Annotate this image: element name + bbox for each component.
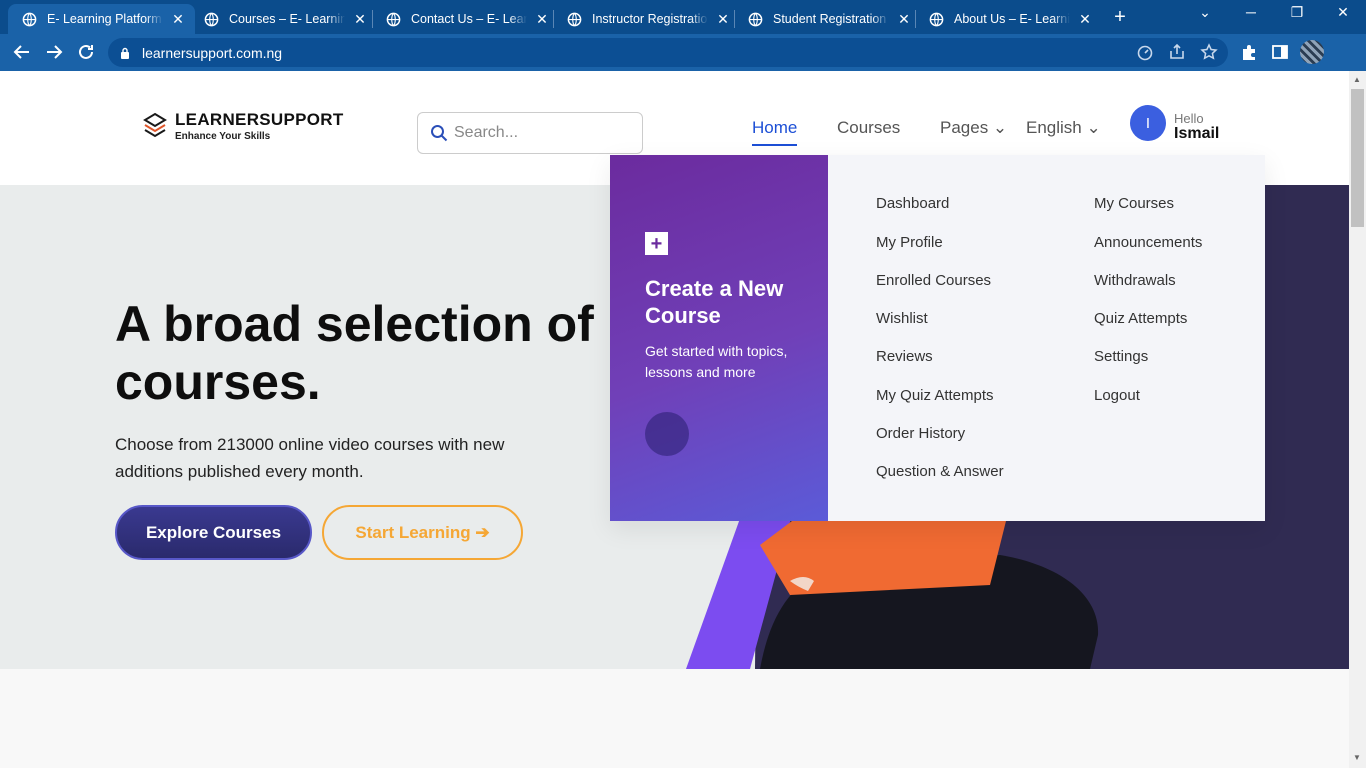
side-panel-icon[interactable] xyxy=(1271,43,1289,61)
browser-tab[interactable]: Courses – E- Learning ✕ xyxy=(190,4,377,34)
hero-headline: A broad selection of courses. xyxy=(115,296,594,410)
new-tab-button[interactable]: + xyxy=(1110,6,1130,29)
menu-item-dashboard[interactable]: Dashboard xyxy=(876,195,949,212)
menu-item-withdrawals[interactable]: Withdrawals xyxy=(1094,272,1176,289)
page-scrollbar[interactable]: ▲ ▼ xyxy=(1349,71,1366,768)
profile-avatar[interactable] xyxy=(1300,40,1324,64)
menu-item-logout[interactable]: Logout xyxy=(1094,387,1140,404)
scroll-up-icon[interactable]: ▲ xyxy=(1353,75,1361,84)
menu-item-quiz-attempts[interactable]: Quiz Attempts xyxy=(1094,310,1187,327)
back-arrow-icon[interactable] xyxy=(12,42,32,62)
language-selector[interactable]: English ⌄ xyxy=(1026,118,1101,138)
user-dropdown-menu: + Create a New Course Get started with t… xyxy=(610,155,1265,521)
browser-tab-strip: E- Learning Platform – ✕ Courses – E- Le… xyxy=(0,0,1366,34)
browser-tab[interactable]: Contact Us – E- Learni ✕ xyxy=(372,4,559,34)
nav-courses[interactable]: Courses xyxy=(837,118,900,138)
close-icon[interactable]: ✕ xyxy=(171,11,185,28)
create-course-panel[interactable]: + Create a New Course Get started with t… xyxy=(610,155,828,521)
brand-name: LEARNERSUPPORT xyxy=(175,110,344,129)
decorative-circle xyxy=(645,412,689,456)
globe-icon xyxy=(204,12,219,26)
restore-icon[interactable]: ❐ xyxy=(1284,4,1310,21)
close-icon[interactable]: ✕ xyxy=(897,11,911,28)
browser-tab[interactable]: Instructor Registration ✕ xyxy=(553,4,740,34)
bookmark-star-icon[interactable] xyxy=(1200,43,1218,61)
globe-icon xyxy=(22,12,37,26)
tab-title: About Us – E- Learning xyxy=(954,12,1070,26)
start-learning-button[interactable]: Start Learning ➔ xyxy=(322,505,523,560)
globe-icon xyxy=(386,12,401,26)
tab-title: E- Learning Platform – xyxy=(47,12,163,26)
tab-title: Contact Us – E- Learni xyxy=(411,12,527,26)
logo-icon xyxy=(143,112,167,138)
url-text: learnersupport.com.ng xyxy=(142,44,283,61)
tab-title: Student Registration – xyxy=(773,12,889,26)
menu-item-reviews[interactable]: Reviews xyxy=(876,348,933,365)
globe-icon xyxy=(929,12,944,26)
performance-icon[interactable] xyxy=(1136,43,1154,61)
menu-item-settings[interactable]: Settings xyxy=(1094,348,1148,365)
site-logo[interactable]: LEARNERSUPPORT Enhance Your Skills xyxy=(143,110,344,142)
menu-item-my-quiz-attempts[interactable]: My Quiz Attempts xyxy=(876,387,994,404)
close-icon[interactable]: ✕ xyxy=(1078,11,1092,28)
close-icon[interactable]: ✕ xyxy=(353,11,367,28)
close-icon[interactable]: ✕ xyxy=(716,11,730,28)
dropdown-links: Dashboard My Profile Enrolled Courses Wi… xyxy=(828,155,1265,521)
search-box[interactable] xyxy=(417,112,643,154)
menu-item-my-courses[interactable]: My Courses xyxy=(1094,195,1174,212)
hero-description: Choose from 213000 online video courses … xyxy=(115,435,505,481)
menu-item-enrolled-courses[interactable]: Enrolled Courses xyxy=(876,272,991,289)
create-course-title[interactable]: Create a New Course xyxy=(645,275,815,329)
brand-tagline: Enhance Your Skills xyxy=(175,131,271,142)
scrollbar-thumb[interactable] xyxy=(1351,89,1364,227)
search-input[interactable] xyxy=(454,124,634,142)
create-course-subtitle: Get started with topics, lessons and mor… xyxy=(645,343,788,380)
browser-tab-active[interactable]: E- Learning Platform – ✕ xyxy=(8,4,195,34)
tab-search-chevron-icon[interactable]: ⌄ xyxy=(1192,4,1218,21)
browser-toolbar: learnersupport.com.ng xyxy=(0,34,1366,71)
window-close-icon[interactable]: ✕ xyxy=(1330,4,1356,21)
nav-pages-dropdown[interactable]: Pages ⌄ xyxy=(940,118,1007,138)
user-avatar[interactable]: I xyxy=(1130,105,1166,141)
extensions-icon[interactable] xyxy=(1240,43,1258,61)
forward-arrow-icon[interactable] xyxy=(44,42,64,62)
menu-item-question-answer[interactable]: Question & Answer xyxy=(876,463,1004,480)
user-greeting: Hello xyxy=(1174,111,1204,126)
menu-item-announcements[interactable]: Announcements xyxy=(1094,234,1202,251)
user-name[interactable]: Ismail xyxy=(1174,125,1219,143)
browser-tab[interactable]: Student Registration – ✕ xyxy=(734,4,921,34)
tab-title: Courses – E- Learning xyxy=(229,12,345,26)
nav-home[interactable]: Home xyxy=(752,118,798,146)
plus-icon: + xyxy=(645,232,668,255)
menu-item-my-profile[interactable]: My Profile xyxy=(876,234,943,251)
tab-title: Instructor Registration xyxy=(592,12,708,26)
scroll-down-icon[interactable]: ▼ xyxy=(1353,753,1361,762)
share-icon[interactable] xyxy=(1168,43,1186,61)
menu-item-wishlist[interactable]: Wishlist xyxy=(876,310,928,327)
menu-item-order-history[interactable]: Order History xyxy=(876,425,965,442)
globe-icon xyxy=(567,12,582,26)
browser-tab[interactable]: About Us – E- Learning ✕ xyxy=(915,4,1102,34)
minimize-icon[interactable]: ─ xyxy=(1238,4,1264,20)
lock-icon xyxy=(121,47,129,59)
web-page: LEARNERSUPPORT Enhance Your Skills Home … xyxy=(0,71,1349,768)
search-icon xyxy=(431,125,448,142)
close-icon[interactable]: ✕ xyxy=(535,11,549,28)
next-section xyxy=(0,669,1349,768)
reload-icon[interactable] xyxy=(76,42,96,62)
explore-courses-button[interactable]: Explore Courses xyxy=(115,505,312,560)
globe-icon xyxy=(748,12,763,26)
address-bar[interactable]: learnersupport.com.ng xyxy=(108,38,1228,67)
